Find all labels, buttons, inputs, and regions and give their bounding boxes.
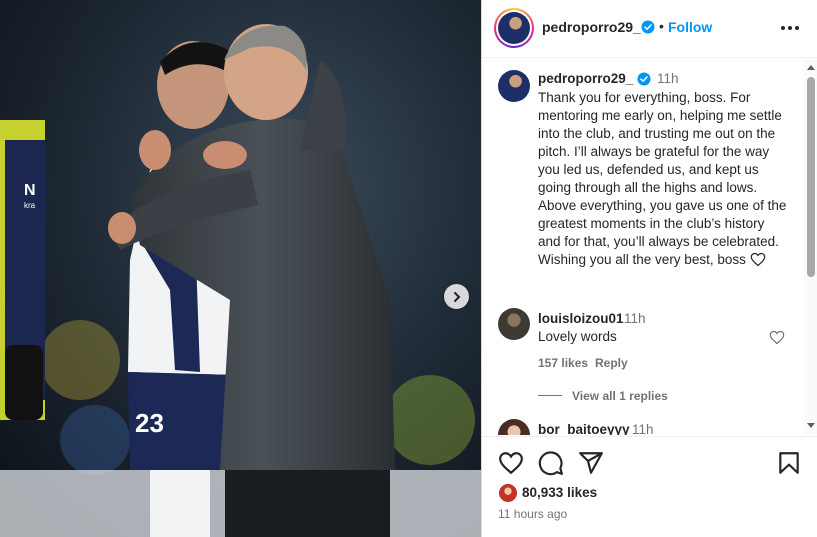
- comment-time[interactable]: 11h: [624, 311, 646, 326]
- scroll-up-arrow[interactable]: [807, 65, 815, 70]
- caption-text: Thank you for everything, boss. For ment…: [538, 89, 788, 269]
- likes-count[interactable]: 80,933 likes: [522, 485, 597, 500]
- post-header: pedroporro29_ • Follow: [482, 0, 817, 58]
- comment-username[interactable]: louisloizou01: [538, 311, 624, 326]
- likes-word: likes: [567, 485, 598, 500]
- caption-body: Thank you for everything, boss. For ment…: [538, 90, 787, 267]
- liker-avatar[interactable]: [498, 483, 518, 503]
- post-sidebar: pedroporro29_ • Follow pedroporro29_ 11h…: [481, 0, 817, 537]
- author-avatar[interactable]: [494, 8, 534, 48]
- more-options-icon[interactable]: [778, 18, 802, 38]
- comment-text: Lovely words: [538, 329, 617, 344]
- comment-username[interactable]: bor_baitoeyyy: [538, 422, 630, 435]
- heart-emoji-icon: [750, 252, 765, 267]
- scrollbar-thumb[interactable]: [807, 77, 815, 277]
- comments-scrollbar[interactable]: [804, 59, 817, 435]
- view-replies-link[interactable]: View all 1 replies: [572, 389, 668, 403]
- sleeve-text: kra: [24, 201, 36, 210]
- comments-section[interactable]: pedroporro29_ 11h Thank you for everythi…: [482, 59, 804, 435]
- photo-scene: N kra 23: [0, 0, 481, 537]
- reply-button[interactable]: Reply: [595, 356, 628, 370]
- comment-time[interactable]: 11h: [632, 422, 654, 435]
- caption-time[interactable]: 11h: [657, 71, 679, 86]
- caption-username[interactable]: pedroporro29_: [538, 71, 633, 86]
- verified-badge-icon: [637, 72, 651, 86]
- jersey-number: 23: [135, 408, 164, 438]
- comment-bubble-icon[interactable]: [538, 450, 564, 476]
- next-slide-button[interactable]: [444, 284, 469, 309]
- separator-dot: •: [659, 18, 664, 34]
- verified-badge-icon: [641, 20, 655, 34]
- comment-likes[interactable]: 157 likes: [538, 356, 588, 370]
- likes-number: 80,933: [522, 485, 564, 500]
- post-timestamp[interactable]: 11 hours ago: [498, 507, 567, 521]
- comment-heart-icon[interactable]: [769, 330, 785, 345]
- commenter-avatar[interactable]: [498, 308, 530, 340]
- post-photo: N kra 23: [0, 0, 481, 537]
- post-actions: 80,933 likes 11 hours ago: [482, 436, 817, 537]
- svg-text:N: N: [24, 182, 36, 199]
- heart-icon[interactable]: [498, 450, 524, 476]
- chevron-right-icon: [453, 291, 460, 302]
- author-username[interactable]: pedroporro29_: [542, 19, 641, 35]
- follow-button[interactable]: Follow: [668, 19, 712, 35]
- bookmark-icon[interactable]: [776, 450, 802, 476]
- commenter-avatar[interactable]: [498, 419, 530, 435]
- divider-line: [538, 395, 562, 396]
- caption-avatar[interactable]: [498, 70, 530, 102]
- paper-plane-icon[interactable]: [578, 450, 604, 476]
- scroll-down-arrow[interactable]: [807, 423, 815, 428]
